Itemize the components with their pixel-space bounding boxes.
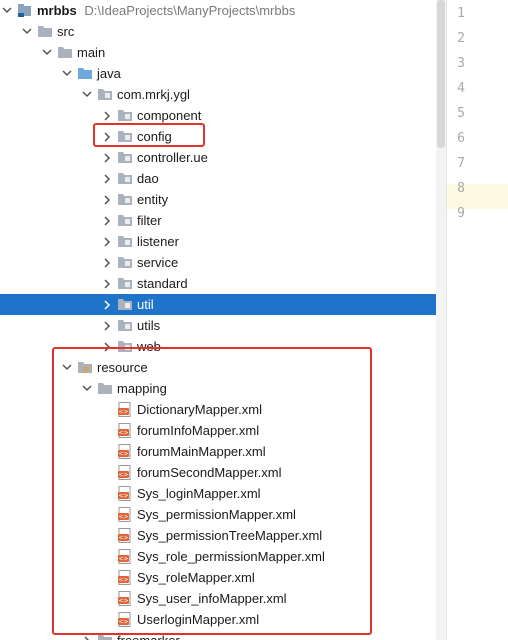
package-icon — [117, 234, 133, 249]
tree-item-label: standard — [137, 276, 188, 291]
tree-item-mrbbs[interactable]: mrbbs D:\IdeaProjects\ManyProjects\mrbbs — [0, 0, 436, 21]
tree-item-label: com.mrkj.ygl — [117, 87, 190, 102]
chevron-down-icon[interactable] — [1, 0, 13, 21]
chevron-right-icon[interactable] — [101, 252, 113, 273]
tree-item-label: service — [137, 255, 179, 270]
chevron-right-icon[interactable] — [101, 189, 113, 210]
chevron-right-icon[interactable] — [101, 273, 113, 294]
tree-item-label: filter — [137, 213, 162, 228]
chevron-down-icon[interactable] — [81, 84, 93, 105]
chevron-right-icon[interactable] — [101, 147, 113, 168]
line-number: 8 — [457, 181, 465, 196]
chevron-right-icon[interactable] — [101, 210, 113, 231]
chevron-right-icon[interactable] — [101, 231, 113, 252]
tree-item-label: entity — [137, 192, 169, 207]
chevron-right-icon[interactable] — [101, 168, 113, 189]
line-number: 6 — [457, 131, 465, 146]
highlight-box-resource — [52, 347, 372, 635]
tree-item-label: dao — [137, 171, 159, 186]
package-icon — [117, 171, 133, 186]
tree-item-controller-ue[interactable]: controller.ue — [0, 147, 436, 168]
package-icon — [117, 150, 133, 165]
line-number: 9 — [457, 206, 465, 221]
tree-item-label: mrbbs D:\IdeaProjects\ManyProjects\mrbbs — [37, 3, 296, 18]
module-icon — [17, 3, 33, 18]
folder-icon — [57, 45, 73, 60]
package-icon — [97, 87, 113, 102]
chevron-down-icon[interactable] — [41, 42, 53, 63]
package-icon — [117, 108, 133, 123]
tree-item-filter[interactable]: filter — [0, 210, 436, 231]
package-icon — [117, 255, 133, 270]
package-icon — [117, 213, 133, 228]
line-number: 2 — [457, 31, 465, 46]
tree-item-utils[interactable]: utils — [0, 315, 436, 336]
tree-item-config[interactable]: config — [0, 126, 436, 147]
tree-item-label: listener — [137, 234, 179, 249]
tree-item-service[interactable]: service — [0, 252, 436, 273]
package-icon — [117, 192, 133, 207]
tree-item-label: main — [77, 45, 106, 60]
tree-item-label: utils — [137, 318, 161, 333]
tree-item-entity[interactable]: entity — [0, 189, 436, 210]
tree-item-main[interactable]: main — [0, 42, 436, 63]
tree-item-label: util — [137, 297, 154, 312]
folder-icon — [77, 66, 93, 81]
tree-scrollbar-thumb[interactable] — [437, 0, 445, 148]
line-number: 4 — [457, 81, 465, 96]
tree-item-dao[interactable]: dao — [0, 168, 436, 189]
tree-item-label: java — [97, 66, 121, 81]
tree-item-standard[interactable]: standard — [0, 273, 436, 294]
tree-item-util[interactable]: util — [0, 294, 436, 315]
tree-item-label: controller.ue — [137, 150, 208, 165]
package-icon — [117, 276, 133, 291]
line-number: 3 — [457, 56, 465, 71]
tree-item-component[interactable]: component — [0, 105, 436, 126]
tree-item-label: src — [57, 24, 75, 39]
chevron-right-icon[interactable] — [101, 315, 113, 336]
tree-item-label: component — [137, 108, 202, 123]
tree-item-src[interactable]: src — [0, 21, 436, 42]
chevron-down-icon[interactable] — [21, 21, 33, 42]
chevron-down-icon[interactable] — [61, 63, 73, 84]
package-icon — [117, 318, 133, 333]
project-path: D:\IdeaProjects\ManyProjects\mrbbs — [84, 3, 296, 18]
editor-gutter: 1 2 3 4 5 6 7 8 9 — [446, 0, 508, 640]
line-number: 5 — [457, 106, 465, 121]
package-icon — [117, 297, 133, 312]
folder-icon — [37, 24, 53, 39]
line-number: 7 — [457, 156, 465, 171]
chevron-right-icon[interactable] — [101, 294, 113, 315]
highlight-box-config — [93, 123, 205, 147]
tree-item-com-mrkj-ygl[interactable]: com.mrkj.ygl — [0, 84, 436, 105]
line-number: 1 — [457, 6, 465, 21]
tree-item-java[interactable]: java — [0, 63, 436, 84]
tree-item-listener[interactable]: listener — [0, 231, 436, 252]
